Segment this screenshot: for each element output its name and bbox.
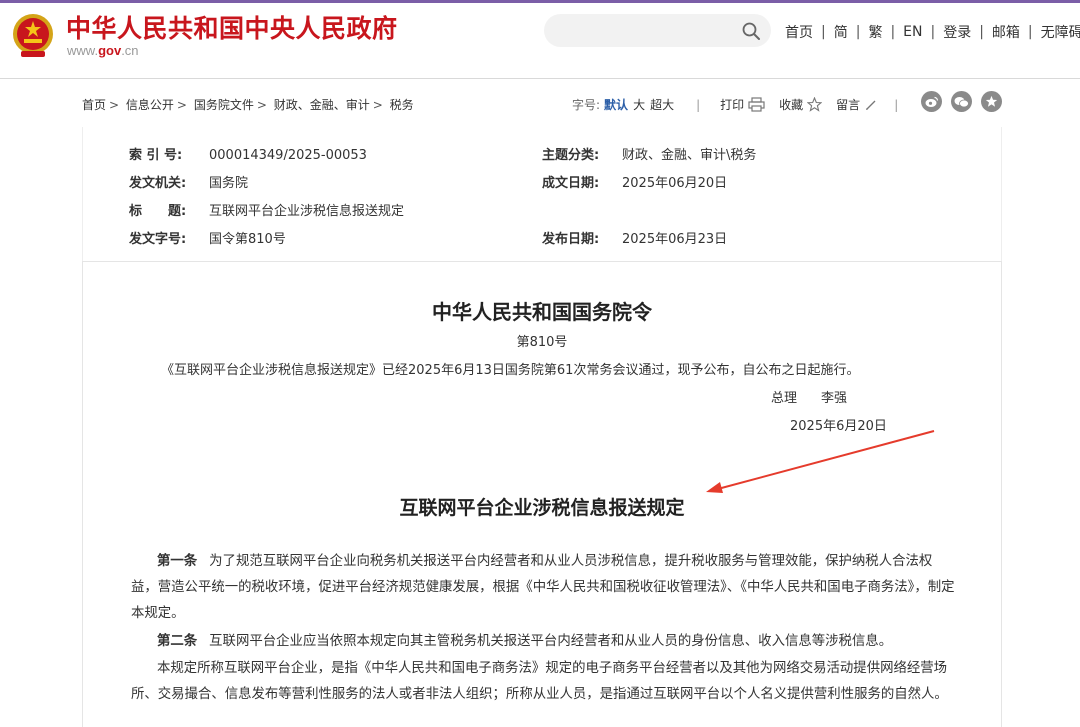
breadcrumb-info-disclosure[interactable]: 信息公开 — [126, 98, 174, 112]
favorite-button[interactable]: 收藏 — [779, 96, 823, 113]
meta-value: 2025年06月20日 — [622, 176, 728, 191]
breadcrumb: 首页 > 信息公开 > 国务院文件 > 财政、金融、审计 > 税务 — [82, 96, 414, 113]
article-paragraph: 本规定所称互联网平台企业，是指《中华人民共和国电子商务法》规定的电子商务平台经营… — [131, 656, 957, 708]
meta-issuer: 发文机关: 国务院 — [129, 172, 248, 191]
wechat-glyph-icon — [954, 96, 969, 107]
printer-icon — [748, 97, 765, 112]
domain-suffix: .cn — [121, 43, 139, 58]
annotation-arrow-icon — [706, 430, 935, 493]
star-glyph-icon — [985, 95, 998, 107]
breadcrumb-separator: > — [256, 98, 267, 112]
breadcrumb-state-council-docs[interactable]: 国务院文件 — [194, 98, 254, 112]
comment-label: 留言 — [836, 98, 861, 112]
wechat-icon[interactable] — [951, 91, 972, 112]
meta-key: 发布日期: — [542, 232, 600, 247]
meta-key: 成文日期: — [542, 176, 600, 191]
meta-written-date: 成文日期: 2025年06月20日 — [542, 172, 727, 191]
favorite-label: 收藏 — [779, 98, 804, 112]
nav-traditional[interactable]: 繁 — [868, 22, 882, 42]
meta-topic: 主题分类: 财政、金融、审计\税务 — [542, 144, 756, 163]
breadcrumb-separator: > — [109, 98, 120, 112]
domain-brand: gov — [98, 43, 122, 58]
nav-separator: | — [930, 24, 936, 40]
article-text: 互联网平台企业应当依照本规定向其主管税务机关报送平台内经营者和从业人员的身份信息… — [209, 634, 893, 649]
meta-value: 国务院 — [209, 176, 249, 191]
nav-login[interactable]: 登录 — [943, 22, 971, 42]
breadcrumb-toolbar-row: 首页 > 信息公开 > 国务院文件 > 财政、金融、审计 > 税务 字号: 默认 大 超… — [82, 91, 1002, 114]
top-nav: 首页 | 简 | 繁 | EN | 登录 | 邮箱 | 无障碍 — [785, 22, 1080, 42]
meta-value: 互联网平台企业涉税信息报送规定 — [209, 204, 405, 219]
nav-separator: | — [890, 24, 896, 40]
order-number: 第810号 — [516, 335, 568, 350]
site-title[interactable]: 中华人民共和国中央人民政府 — [66, 9, 398, 45]
breadcrumb-home[interactable]: 首页 — [82, 98, 106, 112]
meta-doc-no: 发文字号: 国令第810号 — [129, 228, 286, 247]
site-header: 中华人民共和国中央人民政府 www.gov.cn 首页 | 简 | 繁 | EN | 登… — [0, 3, 1080, 79]
national-emblem-icon[interactable] — [12, 13, 54, 59]
document-metadata: 索 引 号: 000014349/2025-00053 主题分类: 财政、金融、审计… — [82, 127, 1002, 261]
pencil-icon — [866, 100, 876, 110]
meta-value: 财政、金融、审计\税务 — [622, 148, 757, 163]
meta-key: 发文字号: — [129, 232, 187, 247]
meta-value: 国令第810号 — [209, 232, 286, 247]
breadcrumb-tax[interactable]: 税务 — [390, 98, 414, 112]
font-size-xlarge[interactable]: 超大 — [650, 96, 674, 113]
nav-mail[interactable]: 邮箱 — [992, 22, 1020, 42]
meta-key: 发文机关: — [129, 176, 187, 191]
comment-button[interactable]: 留言 — [836, 96, 878, 113]
signer-title: 总理 — [771, 391, 798, 406]
nav-home[interactable]: 首页 — [785, 22, 813, 42]
star-outline-icon — [807, 97, 823, 112]
weibo-glyph-icon — [925, 96, 938, 107]
meta-key: 标 题: — [129, 204, 187, 219]
nav-accessibility[interactable]: 无障碍 — [1041, 22, 1080, 42]
meta-index-no: 索 引 号: 000014349/2025-00053 — [129, 144, 367, 163]
domain-prefix: www. — [67, 43, 99, 58]
nav-separator: | — [979, 24, 984, 40]
meta-publish-date: 发布日期: 2025年06月23日 — [542, 228, 727, 247]
nav-separator: | — [855, 24, 861, 40]
print-label: 打印 — [720, 98, 745, 112]
nav-simplified[interactable]: 简 — [834, 22, 848, 42]
weibo-icon[interactable] — [921, 91, 942, 112]
article-text: 本规定所称互联网平台企业，是指《中华人民共和国电子商务法》规定的电子商务平台经营… — [131, 661, 948, 702]
order-text: 《互联网平台企业涉税信息报送规定》已经2025年6月13日国务院第61次常务会议… — [161, 363, 860, 378]
search-input[interactable] — [544, 14, 771, 47]
breadcrumb-finance[interactable]: 财政、金融、审计 — [274, 98, 370, 112]
nav-separator: | — [1027, 24, 1033, 40]
meta-key: 索 引 号: — [129, 148, 183, 163]
share-icons — [912, 91, 1002, 112]
meta-key: 主题分类: — [542, 148, 600, 163]
article-paragraph: 第一条 为了规范互联网平台企业向税务机关报送平台内经营者和从业人员涉税信息，提升税… — [131, 549, 957, 627]
article-text: 为了规范互联网平台企业向税务机关报送平台内经营者和从业人员涉税信息，提升税收服务… — [131, 554, 955, 621]
print-button[interactable]: 打印 — [720, 96, 765, 113]
breadcrumb-separator: > — [372, 98, 383, 112]
tools-separator: | — [894, 97, 899, 112]
signer-name: 李强 — [821, 391, 848, 406]
nav-english[interactable]: EN — [903, 24, 922, 40]
font-size-default[interactable]: 默认 — [604, 96, 628, 113]
nav-separator: | — [821, 24, 826, 40]
search-icon[interactable] — [741, 21, 761, 41]
meta-title: 标 题: 互联网平台企业涉税信息报送规定 — [129, 200, 404, 219]
article-tools: 字号: 默认 大 超大 | 打印 收藏 留言 | — [572, 96, 898, 113]
star-icon[interactable] — [981, 91, 1002, 112]
article-number: 第二条 — [157, 634, 198, 649]
meta-value: 000014349/2025-00053 — [209, 148, 367, 163]
tools-separator: | — [696, 97, 701, 112]
article-number: 第一条 — [157, 554, 198, 569]
font-size-label: 字号: — [572, 98, 601, 112]
order-title: 中华人民共和国国务院令 — [432, 300, 652, 324]
site-domain: www.gov.cn — [67, 43, 139, 58]
signature: 总理 李强 — [771, 387, 847, 406]
meta-value: 2025年06月23日 — [622, 232, 728, 247]
breadcrumb-separator: > — [176, 98, 187, 112]
font-size-large[interactable]: 大 — [633, 96, 645, 113]
article-paragraph: 第二条 互联网平台企业应当依照本规定向其主管税务机关报送平台内经营者和从业人员的身… — [131, 629, 957, 655]
